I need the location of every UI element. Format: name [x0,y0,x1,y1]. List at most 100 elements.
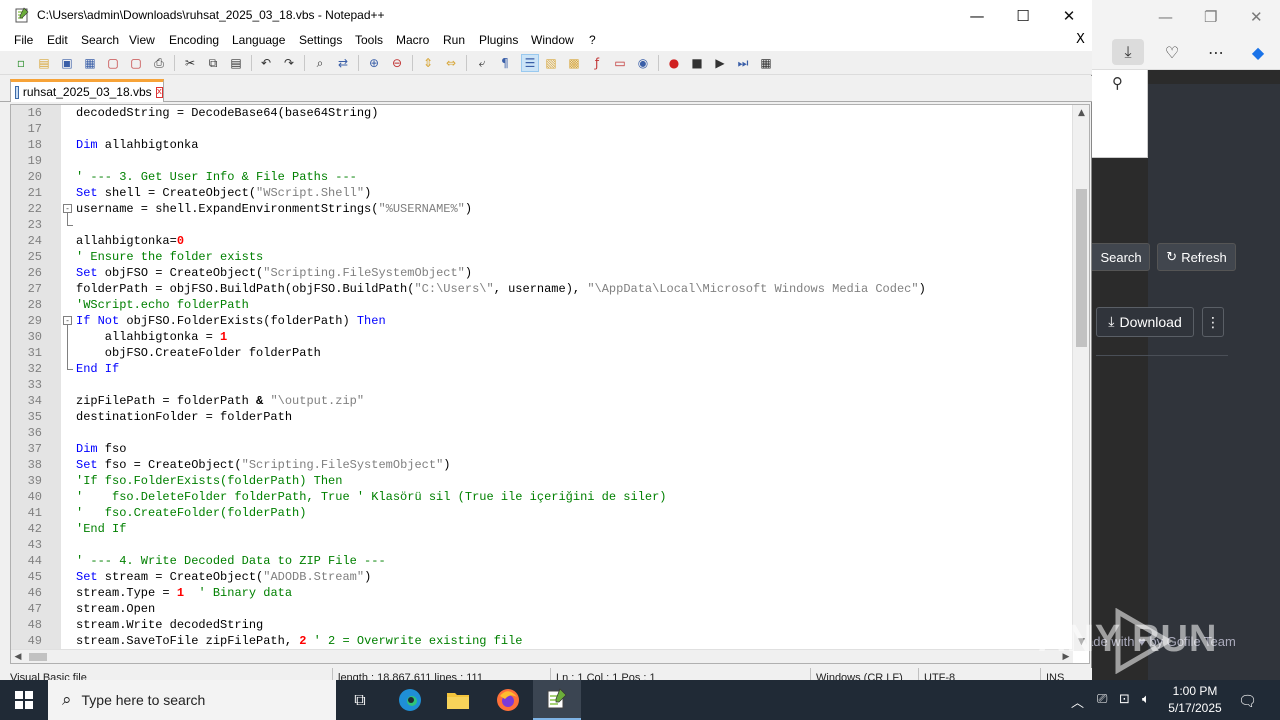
code-line[interactable]: 49 stream.SaveToFile zipFilePath, 2 ' 2 =… [11,633,1073,649]
taskbar-search-box[interactable]: ⌕ Type here to search [48,680,336,720]
search-button[interactable]: Search [1088,243,1150,271]
word-wrap-icon[interactable]: ⤶ [473,54,491,72]
menu-view[interactable]: View [129,33,155,47]
code-line[interactable]: 28 'WScript.echo folderPath [11,297,1073,313]
user-defined-language-icon[interactable]: ▧ [542,54,560,72]
menu-window[interactable]: Window [531,33,574,47]
fold-toggle-icon[interactable]: - [63,204,72,213]
vertical-scrollbar[interactable]: ▲ ▼ [1072,105,1089,651]
code-line[interactable]: 45 Set stream = CreateObject("ADODB.Strea… [11,569,1073,585]
folder-as-workspace-icon[interactable]: ▭ [611,54,629,72]
menu-settings[interactable]: Settings [299,33,342,47]
menu-language[interactable]: Language [232,33,285,47]
code-line[interactable]: 40 ' fso.DeleteFolder folderPath, True ' … [11,489,1073,505]
code-line[interactable]: 20 ' --- 3. Get User Info & File Paths --… [11,169,1073,185]
tray-app-icon[interactable]: ⎚ [1097,692,1107,707]
taskbar-clock[interactable]: 1:00 PM 5/17/2025 [1162,683,1228,717]
start-button[interactable] [0,680,48,720]
code-line[interactable]: 27 folderPath = objFSO.BuildPath(objFSO.B… [11,281,1073,297]
browser-essentials-icon[interactable]: ♡ [1156,39,1188,65]
code-line[interactable]: 32 End If [11,361,1073,377]
code-line[interactable]: 30 allahbigtonka = 1 [11,329,1073,345]
code-line[interactable]: 38 Set fso = CreateObject("Scripting.File… [11,457,1073,473]
code-editor[interactable]: 16 decodedString = DecodeBase64(base64Str… [10,104,1090,664]
open-file-icon[interactable]: ▤ [35,54,53,72]
copy-icon[interactable]: ⧉ [204,54,222,72]
code-line[interactable]: 39 'If fso.FolderExists(folderPath) Then [11,473,1073,489]
close-all-icon[interactable]: ▢ [127,54,145,72]
menu-encoding[interactable]: Encoding [169,33,219,47]
code-line[interactable]: 48 stream.Write decodedString [11,617,1073,633]
code-line[interactable]: 47 stream.Open [11,601,1073,617]
code-line[interactable]: 33 [11,377,1073,393]
tab-close-icon[interactable]: x [155,86,163,98]
indent-guide-icon[interactable]: ☰ [521,54,539,72]
task-view-button[interactable]: ⧉ [336,680,384,720]
code-line[interactable]: 35 destinationFolder = folderPath [11,409,1073,425]
code-line[interactable]: 42 'End If [11,521,1073,537]
minimize-button[interactable]: — [954,0,1000,31]
menu-edit[interactable]: Edit [47,33,68,47]
scroll-up-arrow-icon[interactable]: ▲ [1073,105,1089,122]
code-line[interactable]: 34 zipFilePath = folderPath & "\output.zi… [11,393,1073,409]
find-icon[interactable]: ⌕ [311,54,329,72]
browser-close-button[interactable]: ✕ [1250,8,1263,26]
save-macro-icon[interactable]: ▦ [757,54,775,72]
copilot-icon[interactable]: ◆ [1242,39,1274,65]
close-file-icon[interactable]: ▢ [104,54,122,72]
refresh-button[interactable]: ↻ Refresh [1157,243,1236,271]
code-line[interactable]: 46 stream.Type = 1 ' Binary data [11,585,1073,601]
close-document-button[interactable]: X [1076,32,1085,47]
zoom-in-icon[interactable]: ⊕ [365,54,383,72]
show-hidden-icons-icon[interactable]: ︿ [1071,692,1084,711]
network-icon[interactable]: ⊡ [1119,692,1130,707]
save-icon[interactable]: ▣ [58,54,76,72]
vertical-scroll-thumb[interactable] [1076,189,1087,347]
replace-icon[interactable]: ⇄ [334,54,352,72]
file-options-button[interactable]: ⋮ [1202,307,1224,337]
code-line[interactable]: 29 If Not objFSO.FolderExists(folderPath)… [11,313,1073,329]
new-file-icon[interactable]: ▫ [12,54,30,72]
taskbar-edge[interactable] [386,680,434,720]
browser-minimize-button[interactable]: — [1158,8,1173,26]
undo-icon[interactable]: ↶ [257,54,275,72]
maximize-button[interactable]: ☐ [1000,0,1046,31]
print-icon[interactable]: ⎙ [150,54,168,72]
code-line[interactable]: 24 allahbigtonka=0 [11,233,1073,249]
cut-icon[interactable]: ✂ [181,54,199,72]
menu-file[interactable]: File [14,33,33,47]
code-line[interactable]: 21 Set shell = CreateObject("WScript.Shel… [11,185,1073,201]
menu-help[interactable]: ? [589,33,596,47]
browser-restore-button[interactable]: ❐ [1204,8,1217,26]
run-macro-multiple-icon[interactable]: ⏭ [734,54,752,72]
taskbar-notepadpp[interactable] [533,680,581,720]
monitoring-icon[interactable]: ◉ [634,54,652,72]
code-line[interactable]: 22 username = shell.ExpandEnvironmentStri… [11,201,1073,217]
playback-macro-icon[interactable]: ▶ [711,54,729,72]
code-line[interactable]: 23 [11,217,1073,233]
show-all-characters-icon[interactable]: ¶ [496,54,514,72]
pin-icon[interactable]: ⚲ [1112,74,1123,92]
code-line[interactable]: 19 [11,153,1073,169]
tab-ruhsat-vbs[interactable]: ruhsat_2025_03_18.vbs x [10,79,164,102]
horizontal-scrollbar[interactable]: ◀ ▶ [11,649,1073,663]
code-line[interactable]: 43 [11,537,1073,553]
taskbar-file-explorer[interactable] [434,680,482,720]
code-line[interactable]: 37 Dim fso [11,441,1073,457]
more-options-icon[interactable]: ⋯ [1200,39,1232,65]
code-line[interactable]: 16 decodedString = DecodeBase64(base64Str… [11,105,1073,121]
code-line[interactable]: 44 ' --- 4. Write Decoded Data to ZIP Fil… [11,553,1073,569]
save-all-icon[interactable]: ▦ [81,54,99,72]
paste-icon[interactable]: ▤ [227,54,245,72]
sync-vertical-icon[interactable]: ⇕ [419,54,437,72]
record-macro-icon[interactable]: ● [665,54,683,72]
taskbar-firefox[interactable] [484,680,532,720]
menu-plugins[interactable]: Plugins [479,33,518,47]
menu-run[interactable]: Run [443,33,465,47]
code-line[interactable]: 18 Dim allahbigtonka [11,137,1073,153]
redo-icon[interactable]: ↷ [280,54,298,72]
download-icon[interactable]: ⤓ [1112,39,1144,65]
code-line[interactable]: 41 ' fso.CreateFolder(folderPath) [11,505,1073,521]
download-button[interactable]: ⤓ Download [1096,307,1194,337]
scroll-left-arrow-icon[interactable]: ◀ [11,650,25,663]
